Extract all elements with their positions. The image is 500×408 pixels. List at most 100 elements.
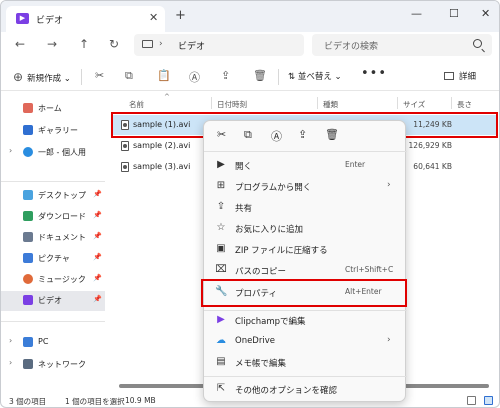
details-label: 詳細 bbox=[459, 72, 477, 82]
details-pane-icon bbox=[444, 72, 454, 80]
search-icon bbox=[473, 39, 482, 48]
tab-title: ビデオ bbox=[36, 16, 64, 26]
sidebar-item-pictures[interactable]: ピクチャ 📌 bbox=[1, 249, 105, 269]
sidebar-item-music[interactable]: ミュージック 📌 bbox=[1, 270, 105, 290]
menu-item-notepad[interactable]: ▤ メモ帳で編集 bbox=[204, 352, 407, 373]
column-header-date[interactable]: 日付時刻 bbox=[217, 99, 247, 110]
sort-button[interactable]: ⇅ 並べ替え ⌄ bbox=[288, 70, 342, 82]
delete-icon[interactable]: 🗑 bbox=[253, 69, 267, 82]
sidebar-item-network[interactable]: › ネットワーク bbox=[1, 355, 105, 375]
chevron-right-icon[interactable]: › bbox=[9, 358, 12, 367]
pin-icon[interactable]: 📌 bbox=[93, 253, 102, 261]
more-options-button[interactable]: ••• bbox=[361, 66, 387, 81]
explorer-window: ▶ ビデオ ✕ + — ☐ ✕ ← → ↑ ↻ › ビデオ ビデオの検索 ⊕ 新規… bbox=[0, 0, 500, 408]
menu-item-open-with[interactable]: ⊞ プログラムから開く › bbox=[204, 176, 407, 197]
copy-icon[interactable]: ⧉ bbox=[125, 69, 133, 83]
copy-icon[interactable]: ⧉ bbox=[244, 128, 252, 142]
paste-icon[interactable]: 📋 bbox=[157, 69, 171, 82]
cut-icon[interactable]: ✂ bbox=[95, 69, 104, 82]
tab-close-icon[interactable]: ✕ bbox=[149, 11, 158, 24]
column-divider[interactable] bbox=[317, 97, 318, 109]
details-button[interactable]: 詳細 bbox=[444, 70, 476, 82]
forward-button[interactable]: → bbox=[47, 37, 57, 51]
menu-item-label: OneDrive bbox=[235, 336, 275, 346]
sidebar-item-desktop[interactable]: デスクトップ 📌 bbox=[1, 186, 105, 206]
menu-item-share[interactable]: ⇪ 共有 bbox=[204, 197, 407, 218]
sidebar-item-home[interactable]: ホーム bbox=[1, 99, 105, 119]
menu-item-add-favorite[interactable]: ☆ お気に入りに追加 bbox=[204, 218, 407, 239]
pin-icon[interactable]: 📌 bbox=[93, 190, 102, 198]
chevron-right-icon: › bbox=[387, 180, 391, 190]
column-header-length[interactable]: 長さ bbox=[457, 99, 472, 110]
cloud-icon bbox=[23, 147, 33, 157]
rename-icon[interactable]: Ⓐ bbox=[189, 69, 200, 85]
delete-icon[interactable]: 🗑 bbox=[325, 128, 339, 141]
pin-icon[interactable]: 📌 bbox=[93, 295, 102, 303]
rename-icon[interactable]: Ⓐ bbox=[271, 128, 282, 144]
divider bbox=[204, 151, 407, 152]
menu-item-label: お気に入りに追加 bbox=[235, 225, 304, 235]
menu-item-clipchamp[interactable]: ▶ Clipchampで編集 bbox=[204, 310, 407, 331]
chevron-right-icon: › bbox=[159, 39, 163, 49]
sidebar-item-label: PC bbox=[38, 337, 49, 346]
network-icon bbox=[23, 359, 33, 369]
share-icon[interactable]: ⇪ bbox=[298, 128, 307, 141]
search-input[interactable]: ビデオの検索 bbox=[324, 39, 378, 52]
video-folder-icon bbox=[23, 295, 33, 305]
column-divider[interactable] bbox=[451, 97, 452, 109]
navigation-pane: ホーム ギャラリー › 一郎 - 個人用 デスクトップ 📌 ダウンロード 📌 ド… bbox=[1, 93, 105, 393]
maximize-button[interactable]: ☐ bbox=[449, 7, 459, 20]
file-name: sample (2).avi bbox=[133, 141, 191, 150]
details-view-icon[interactable] bbox=[467, 396, 476, 405]
context-menu-toolbar: ✂ ⧉ Ⓐ ⇪ 🗑 bbox=[204, 121, 407, 151]
column-divider[interactable] bbox=[397, 97, 398, 109]
sidebar-item-pc[interactable]: › PC bbox=[1, 333, 105, 353]
menu-item-more-options[interactable]: ⇱ その他のオプションを確認 bbox=[204, 379, 407, 400]
star-icon: ☆ bbox=[216, 222, 226, 233]
close-button[interactable]: ✕ bbox=[481, 7, 490, 20]
sidebar-item-onedrive[interactable]: › 一郎 - 個人用 bbox=[1, 143, 105, 163]
menu-item-label: メモ帳で編集 bbox=[235, 359, 287, 369]
column-header-size[interactable]: サイズ bbox=[403, 99, 425, 110]
picture-icon bbox=[23, 253, 33, 263]
new-button[interactable]: ⊕ 新規作成 ⌄ bbox=[13, 70, 71, 84]
menu-item-onedrive[interactable]: ☁ OneDrive › bbox=[204, 331, 407, 352]
tab-video[interactable]: ▶ ビデオ ✕ bbox=[6, 6, 165, 32]
chevron-right-icon[interactable]: › bbox=[9, 336, 12, 345]
music-icon bbox=[23, 274, 33, 284]
share-icon[interactable]: ⇪ bbox=[221, 69, 230, 82]
pin-icon[interactable]: 📌 bbox=[93, 211, 102, 219]
column-divider[interactable] bbox=[211, 97, 212, 109]
back-button[interactable]: ← bbox=[15, 37, 25, 51]
sidebar-item-gallery[interactable]: ギャラリー bbox=[1, 121, 105, 141]
sidebar-item-label: 一郎 - 個人用 bbox=[38, 148, 86, 157]
apps-icon: ⊞ bbox=[216, 180, 226, 191]
item-count: 3 個の項目 bbox=[9, 397, 47, 406]
cut-icon[interactable]: ✂ bbox=[217, 128, 226, 141]
divider bbox=[204, 376, 407, 377]
address-bar[interactable]: › ビデオ bbox=[134, 34, 304, 56]
menu-item-open[interactable]: ▶ 開く Enter bbox=[204, 155, 407, 176]
chevron-right-icon[interactable]: › bbox=[9, 146, 12, 155]
up-button[interactable]: ↑ bbox=[79, 37, 89, 51]
sidebar-item-downloads[interactable]: ダウンロード 📌 bbox=[1, 207, 105, 227]
column-header-type[interactable]: 種類 bbox=[323, 99, 338, 110]
tiles-view-icon[interactable] bbox=[484, 396, 493, 405]
plus-icon: ⊕ bbox=[13, 70, 24, 84]
refresh-button[interactable]: ↻ bbox=[109, 37, 119, 51]
new-tab-button[interactable]: + bbox=[175, 8, 186, 23]
search-box[interactable]: ビデオの検索 bbox=[312, 34, 492, 56]
sidebar-item-documents[interactable]: ドキュメント 📌 bbox=[1, 228, 105, 248]
sidebar-item-videos[interactable]: ビデオ 📌 bbox=[1, 291, 105, 311]
menu-item-copy-path[interactable]: ⌧ パスのコピー Ctrl+Shift+C bbox=[204, 260, 407, 281]
share-icon: ⇪ bbox=[216, 201, 226, 212]
monitor-icon bbox=[142, 40, 153, 48]
pin-icon[interactable]: 📌 bbox=[93, 274, 102, 282]
column-header-name[interactable]: 名前 bbox=[129, 99, 144, 110]
sidebar-item-label: ギャラリー bbox=[38, 126, 78, 135]
desktop-icon bbox=[23, 190, 33, 200]
address-text: ビデオ bbox=[178, 42, 206, 52]
menu-item-compress-zip[interactable]: ▣ ZIP ファイルに圧縮する bbox=[204, 239, 407, 260]
pin-icon[interactable]: 📌 bbox=[93, 232, 102, 240]
minimize-button[interactable]: — bbox=[411, 7, 422, 20]
